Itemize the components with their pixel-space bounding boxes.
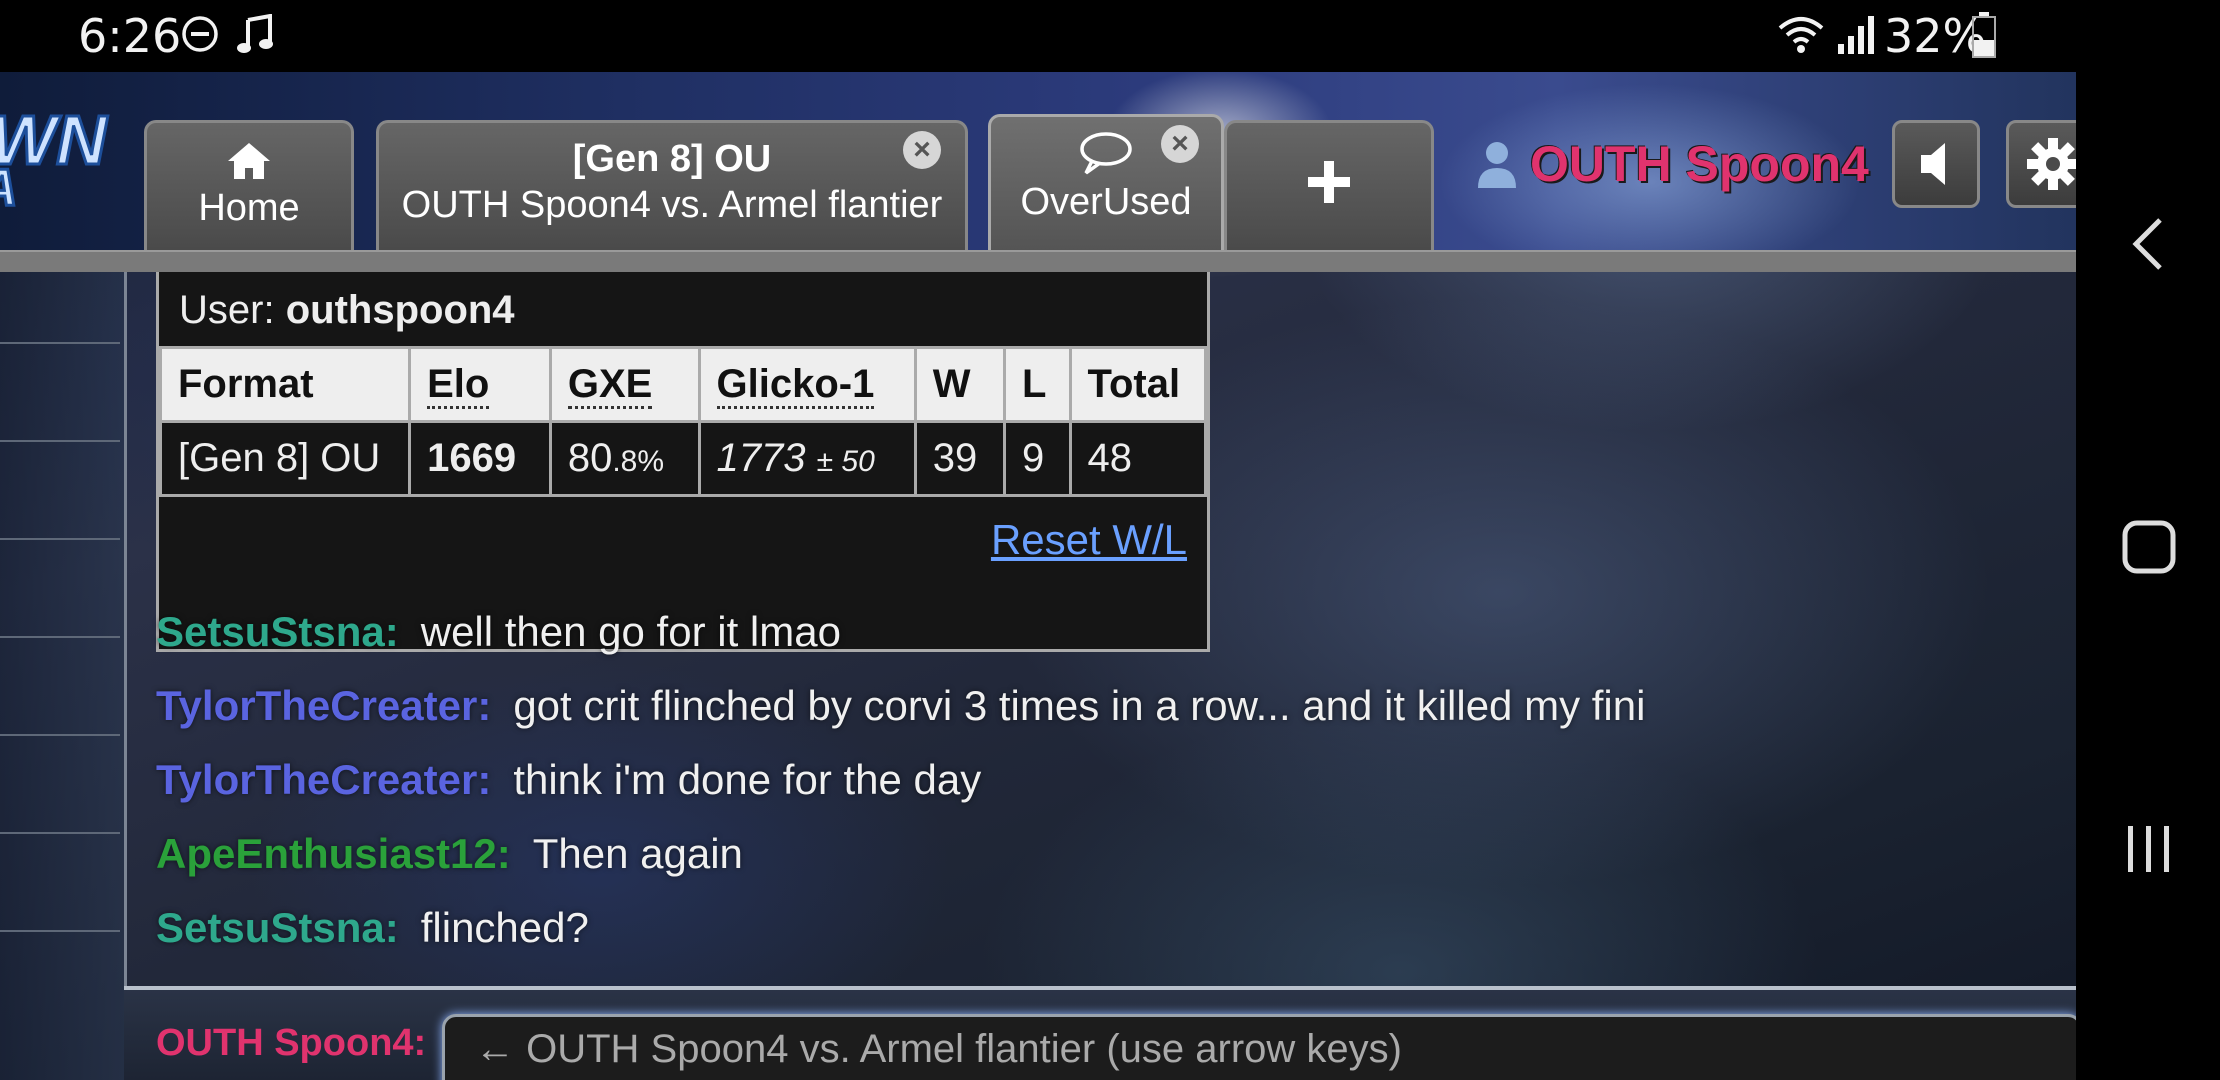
user-label: User: [179, 288, 275, 332]
tab-title: [Gen 8] OU [572, 138, 772, 180]
tab-overused[interactable]: OverUsed × [988, 114, 1224, 252]
tab-label: Home [198, 187, 300, 229]
ladder-table: Format Elo GXE Glicko-1 W L Total [Gen 8… [158, 346, 1208, 497]
glicko-cell: 1773 ± 50 [697, 420, 917, 497]
chat-message: ApeEnthusiast12: Then again [156, 824, 743, 884]
chat-username[interactable]: SetsuStsna: [156, 904, 399, 951]
back-icon[interactable] [2128, 216, 2168, 277]
tab-label: OverUsed [1020, 181, 1192, 223]
reset-wl-link[interactable]: Reset W/L [991, 510, 1187, 570]
username[interactable]: OUTH Spoon4 [1530, 134, 1869, 194]
losses-cell: 9 [1003, 420, 1072, 497]
divider [0, 538, 120, 540]
home-square-icon[interactable] [2122, 520, 2176, 579]
close-icon[interactable]: × [903, 131, 941, 169]
settings-button[interactable] [2006, 120, 2076, 208]
header-divider [0, 250, 2076, 272]
column-header: Elo [408, 346, 552, 423]
column-header: W [913, 346, 1007, 423]
ladder-user-row: User: outhspoon4 [179, 280, 515, 340]
user-name: outhspoon4 [285, 288, 515, 332]
system-navigation-bar [2076, 0, 2220, 1080]
chat-message: SetsuStsna: well then go for it lmao [156, 602, 841, 662]
chat-username[interactable]: SetsuStsna: [156, 608, 399, 655]
column-header: Glicko-1 [697, 346, 917, 423]
divider [0, 734, 120, 736]
chat-text: got crit flinched by corvi 3 times in a … [513, 682, 1646, 729]
sidebar-strip[interactable] [0, 272, 127, 1080]
column-header: L [1003, 346, 1072, 423]
logo: WNA [0, 100, 108, 219]
tab-subtitle: OUTH Spoon4 vs. Armel flantier [401, 184, 943, 226]
chat-username[interactable]: TylorTheCreater: [156, 682, 491, 729]
divider [0, 342, 120, 344]
chat-message: TylorTheCreater: got crit flinched by cor… [156, 676, 1645, 736]
gxe-cell: 80.8% [548, 420, 701, 497]
tab-home[interactable]: Home [144, 120, 354, 250]
chat-message: TylorTheCreater: think i'm done for the d… [156, 750, 981, 810]
chat-input[interactable]: ← OUTH Spoon4 vs. Armel flantier (use ar… [442, 1014, 2076, 1080]
ladder-panel: User: outhspoon4 Format Elo GXE Glicko-1… [156, 272, 1210, 652]
elo-cell: 1669 [408, 420, 552, 497]
battery-percent: 32% [1884, 9, 1987, 63]
recent-apps-icon[interactable] [2124, 824, 2174, 879]
new-tab-button[interactable] [1224, 120, 1434, 250]
column-header: Total [1068, 346, 1208, 423]
close-icon[interactable]: × [1161, 125, 1199, 163]
divider [0, 930, 120, 932]
chat-message: SetsuStsna: flinched? [156, 898, 589, 958]
music-note-icon [236, 13, 276, 61]
chat-text: well then go for it lmao [420, 608, 841, 655]
divider [0, 832, 120, 834]
total-cell: 48 [1068, 420, 1208, 497]
home-icon [147, 141, 351, 186]
format-cell: [Gen 8] OU [158, 420, 412, 497]
table-header-row: Format Elo GXE Glicko-1 W L Total [158, 346, 1208, 423]
divider [0, 440, 120, 442]
column-header: GXE [548, 346, 701, 423]
signal-icon [1836, 14, 1876, 61]
chat-text: think i'm done for the day [513, 756, 982, 803]
plus-icon [1227, 159, 1431, 210]
battery-icon [1972, 12, 1996, 63]
wins-cell: 39 [913, 420, 1007, 497]
clock: 6:26 [78, 9, 182, 63]
app-viewport: WNA Home [Gen 8] OU OUTH Spoon4 vs. Arme… [0, 72, 2076, 1080]
gear-icon [2027, 138, 2076, 190]
composer-username: OUTH Spoon4: [156, 1022, 427, 1064]
do-not-disturb-icon [180, 14, 220, 59]
chat-text: Then again [532, 830, 743, 877]
table-row: [Gen 8] OU 1669 80.8% 1773 ± 50 39 9 48 [158, 420, 1208, 497]
status-bar: 6:26 32% [0, 0, 2076, 72]
tab-battle[interactable]: [Gen 8] OU OUTH Spoon4 vs. Armel flantie… [376, 120, 968, 250]
column-header: Format [158, 346, 412, 423]
chat-text: flinched? [420, 904, 589, 951]
user-icon [1474, 140, 1520, 195]
divider [0, 636, 120, 638]
chat-username[interactable]: ApeEnthusiast12: [156, 830, 511, 877]
wifi-icon [1776, 14, 1826, 61]
chat-username[interactable]: TylorTheCreater: [156, 756, 491, 803]
sound-button[interactable] [1892, 120, 1980, 208]
header: WNA Home [Gen 8] OU OUTH Spoon4 vs. Arme… [0, 72, 2076, 252]
speaker-icon [1921, 143, 1945, 185]
